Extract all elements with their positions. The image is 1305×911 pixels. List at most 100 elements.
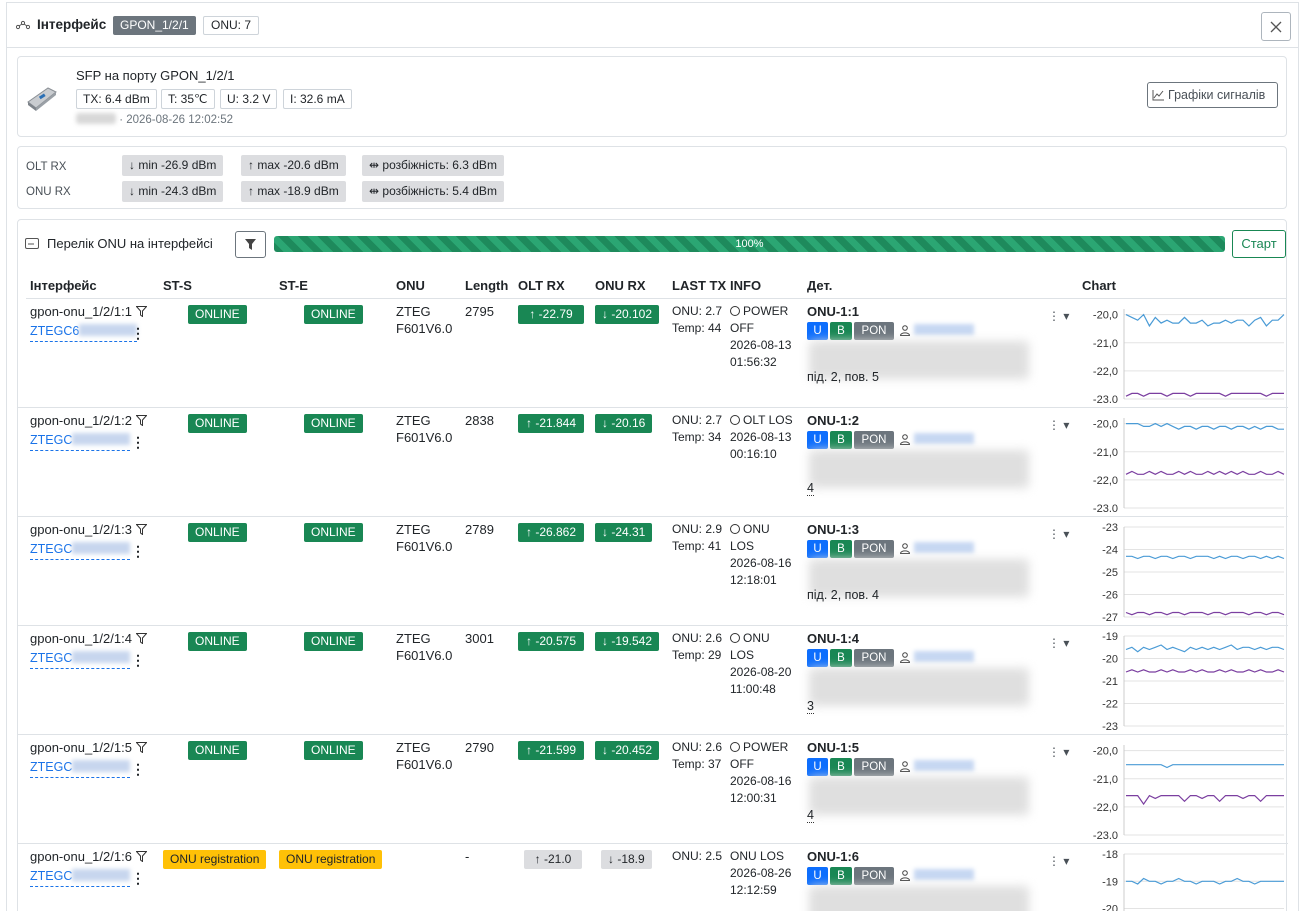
last-tx-line1: ONU: 2.7: [672, 413, 723, 427]
detail-menu-button[interactable]: ⋮ ▾: [1048, 309, 1069, 323]
detail-menu-button[interactable]: ⋮ ▾: [1048, 854, 1069, 868]
olt-rx-badge: ↑ -21.844: [518, 414, 585, 433]
onu-serial-text: ZTEGC: [30, 651, 73, 665]
filter-button[interactable]: [235, 231, 266, 258]
info-line4: 12:00:31: [730, 791, 777, 805]
table-row: gpon-onu_1/2/1:3 ZTEGC ⋮ ONLINE ONLINE Z…: [18, 517, 1288, 626]
onu-serial-link[interactable]: ZTEGC6: [30, 323, 138, 342]
onu-interface-text: gpon-onu_1/2/1:3: [30, 522, 132, 537]
row-menu-button[interactable]: ⋮: [131, 326, 145, 340]
filter-icon[interactable]: [135, 633, 147, 644]
last-tx-line1: ONU: 2.7: [672, 304, 723, 318]
tag-pon[interactable]: PON: [854, 649, 894, 667]
onu-model-line2: F601V6.0: [396, 757, 453, 772]
onu-count-badge: ONU: 7: [203, 16, 260, 35]
onu-length: 3001: [465, 631, 494, 646]
onu-serial-link[interactable]: ZTEGC: [30, 650, 131, 669]
detail-menu-button[interactable]: ⋮ ▾: [1048, 418, 1069, 432]
onu-tags: U B PON: [807, 867, 974, 885]
filter-icon[interactable]: [135, 415, 147, 426]
info-line3: 2026-08-26: [730, 866, 792, 880]
onu-address: 3: [807, 699, 814, 714]
redacted-text: [72, 433, 131, 445]
tag-b[interactable]: B: [830, 431, 852, 449]
signal-charts-button[interactable]: Графіки сигналів: [1147, 82, 1278, 108]
onu-length: 2789: [465, 522, 494, 537]
detail-menu-button[interactable]: ⋮ ▾: [1048, 527, 1069, 541]
tag-b[interactable]: B: [830, 322, 852, 340]
detail-menu-button[interactable]: ⋮ ▾: [1048, 636, 1069, 650]
onu-serial-link[interactable]: ZTEGC: [30, 432, 131, 451]
redacted-link[interactable]: [914, 433, 974, 444]
redacted-address: [809, 886, 1029, 911]
chart-series-line: [1125, 392, 1284, 397]
start-button[interactable]: Старт: [1232, 230, 1286, 258]
signal-chart: -20,0 -21,0 -22,0 -23,0: [1093, 745, 1284, 839]
sfp-module-image: [27, 87, 57, 111]
info-line3: 2026-08-16: [730, 774, 792, 788]
redacted-link[interactable]: [914, 542, 974, 553]
col-details: Дет.: [807, 278, 833, 293]
signal-chart: -20,0 -21,0 -22,0 -23,0: [1093, 309, 1285, 403]
onu-serial-link[interactable]: ZTEGC: [30, 759, 131, 778]
onu-length: -: [465, 849, 470, 864]
onu-interface-text: gpon-onu_1/2/1:4: [30, 631, 132, 646]
tag-pon[interactable]: PON: [854, 540, 894, 558]
filter-icon[interactable]: [135, 851, 147, 862]
chart-tick-label: -20,0: [1093, 310, 1118, 322]
redacted-link[interactable]: [914, 324, 974, 335]
chart-series-line: [1126, 794, 1284, 806]
info-line4: 11:00:48: [730, 682, 776, 696]
olt-rx-badge: ↑ -26.862: [518, 523, 585, 542]
redacted-text: [72, 651, 131, 663]
tag-b[interactable]: B: [830, 649, 852, 667]
row-menu-button[interactable]: ⋮: [131, 762, 145, 776]
tag-b[interactable]: B: [830, 758, 852, 776]
tag-b[interactable]: B: [830, 540, 852, 558]
filter-icon[interactable]: [135, 306, 147, 317]
tag-pon[interactable]: PON: [854, 867, 894, 885]
chart-tick-label: -23,0: [1093, 503, 1118, 512]
row-menu-button[interactable]: ⋮: [131, 871, 145, 885]
status-badge-st-e: ONLINE: [304, 632, 363, 651]
tag-u[interactable]: U: [807, 649, 828, 667]
filter-icon[interactable]: [135, 524, 147, 535]
chart-tick-label: -21: [1102, 676, 1118, 688]
onu-serial-link[interactable]: ZTEGC: [30, 541, 131, 560]
redacted-link[interactable]: [914, 869, 974, 880]
redacted-link[interactable]: [914, 651, 974, 662]
onu-interface-text: gpon-onu_1/2/1:2: [30, 413, 132, 428]
redacted-link[interactable]: [914, 760, 974, 771]
chart-tick-label: -25: [1102, 567, 1118, 579]
close-button[interactable]: [1261, 12, 1291, 41]
onu-model-line1: ZTEG: [396, 522, 431, 537]
onu-serial-text: ZTEGC: [30, 433, 73, 447]
olt-rx-badge: ↑ -21.599: [518, 741, 585, 760]
row-menu-button[interactable]: ⋮: [131, 435, 145, 449]
tag-b[interactable]: B: [830, 867, 852, 885]
chart-tick-label: -18: [1102, 850, 1118, 861]
tag-u[interactable]: U: [807, 431, 828, 449]
onu-rx-badge: ↓ -18.9: [601, 850, 652, 869]
onu-rx-badge: ↓ -24.31: [595, 523, 653, 542]
tag-u[interactable]: U: [807, 867, 828, 885]
tag-pon[interactable]: PON: [854, 322, 894, 340]
tag-pon[interactable]: PON: [854, 758, 894, 776]
tag-u[interactable]: U: [807, 540, 828, 558]
onu-serial-text: ZTEGC: [30, 542, 73, 556]
tag-u[interactable]: U: [807, 758, 828, 776]
onu-min-chip: ↓ min -24.3 dBm: [122, 181, 224, 202]
onu-serial-link[interactable]: ZTEGC: [30, 868, 131, 887]
filter-icon[interactable]: [135, 742, 147, 753]
onu-detail-id: ONU-1:2: [807, 413, 860, 428]
chart-series-line: [1126, 877, 1284, 885]
last-tx-line2: Temp: 41: [672, 539, 722, 553]
tag-u[interactable]: U: [807, 322, 828, 340]
row-menu-button[interactable]: ⋮: [131, 544, 145, 558]
tag-pon[interactable]: PON: [854, 431, 894, 449]
row-menu-button[interactable]: ⋮: [131, 653, 145, 667]
detail-menu-button[interactable]: ⋮ ▾: [1048, 745, 1069, 759]
onu-tags: U B PON: [807, 322, 974, 340]
clock-icon: [730, 633, 740, 643]
iface-badge: GPON_1/2/1: [113, 16, 196, 35]
